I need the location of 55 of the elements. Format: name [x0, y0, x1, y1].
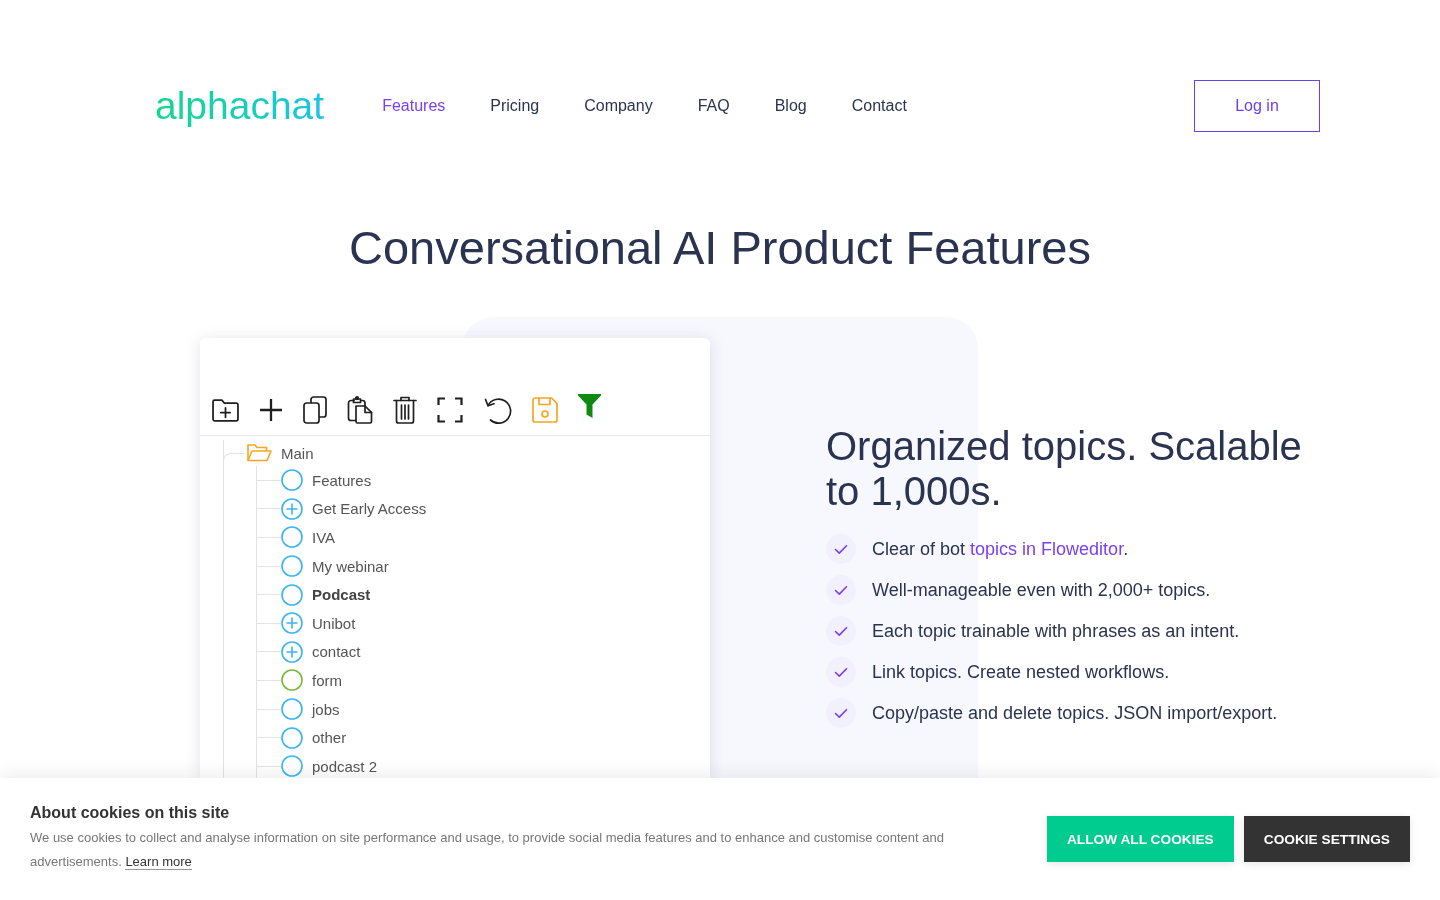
copy-icon[interactable]	[303, 396, 327, 424]
tree-item[interactable]: contact	[312, 643, 361, 661]
feature-point: Each topic trainable with phrases as an intent.	[872, 620, 1240, 642]
feature-point: Link topics. Create nested workflows.	[872, 661, 1170, 683]
tree-item[interactable]: Unibot	[312, 614, 356, 632]
nav-link[interactable]: FAQ	[697, 97, 730, 115]
text-link[interactable]: topics in Floweditor	[970, 538, 1124, 559]
feature-heading: Organized topics. Scalable to 1,000s.	[826, 424, 1303, 514]
circle-icon	[281, 526, 303, 549]
nav-link[interactable]: Blog	[774, 97, 807, 115]
tree-item[interactable]: Features	[312, 471, 372, 489]
tree-item[interactable]: Main	[281, 444, 314, 462]
nav-link[interactable]: Contact	[851, 97, 907, 115]
cookie-text: We use cookies to collect and analyse information on site performance and usage, to provide social media features and to enhance and customise content and advertisements. Learn more	[30, 829, 945, 872]
login-button[interactable]: Log in	[1194, 80, 1320, 132]
tree-item[interactable]: IVA	[312, 529, 336, 546]
tree-item[interactable]: form	[312, 671, 342, 689]
feature-point: Copy/paste and delete topics. JSON import/export.	[872, 702, 1278, 724]
plus-circle-icon	[281, 640, 303, 663]
nav-link[interactable]: Pricing	[490, 97, 540, 115]
check-icon	[826, 534, 856, 564]
trash-icon[interactable]	[393, 396, 417, 424]
plus-circle-icon	[281, 497, 303, 520]
nav-link[interactable]: Features	[382, 97, 446, 115]
learn-more-link[interactable]: Learn more	[125, 854, 192, 870]
tree-item[interactable]: other	[312, 729, 347, 747]
check-icon	[826, 698, 856, 728]
tree-item[interactable]: Podcast	[312, 586, 371, 604]
check-icon	[826, 657, 856, 687]
clipboard-icon[interactable]	[347, 396, 373, 424]
circle-icon	[281, 555, 303, 578]
feature-point: Clear of bot topics in Floweditor.	[872, 538, 1129, 560]
filter-icon[interactable]	[578, 394, 601, 418]
check-icon	[826, 575, 856, 605]
cookie-settings-button[interactable]: COOKIE SETTINGS	[1243, 816, 1410, 862]
circle-icon	[281, 726, 303, 749]
tree-item[interactable]: Get Early Access	[312, 500, 427, 518]
fullscreen-icon[interactable]	[437, 397, 463, 423]
folder-plus-icon[interactable]	[212, 398, 239, 422]
plus-circle-icon	[281, 612, 303, 635]
page-title: Conversational AI Product Features	[348, 220, 1092, 276]
circle-icon	[281, 469, 303, 492]
cookie-title: About cookies on this site	[30, 803, 231, 823]
circle-icon	[281, 755, 303, 778]
circle-icon	[281, 583, 303, 606]
plus-icon[interactable]	[259, 398, 283, 422]
tree-item[interactable]: My webinar	[312, 557, 389, 575]
check-icon	[826, 616, 856, 646]
undo-icon[interactable]	[483, 396, 512, 424]
feature-point: Well-manageable even with 2,000+ topics.	[872, 579, 1211, 601]
circle-icon	[281, 698, 303, 721]
tree-item[interactable]: jobs	[312, 700, 340, 718]
tree-item[interactable]: podcast 2	[312, 757, 378, 775]
nav-link[interactable]: Company	[584, 97, 653, 115]
circle-icon	[281, 669, 303, 692]
